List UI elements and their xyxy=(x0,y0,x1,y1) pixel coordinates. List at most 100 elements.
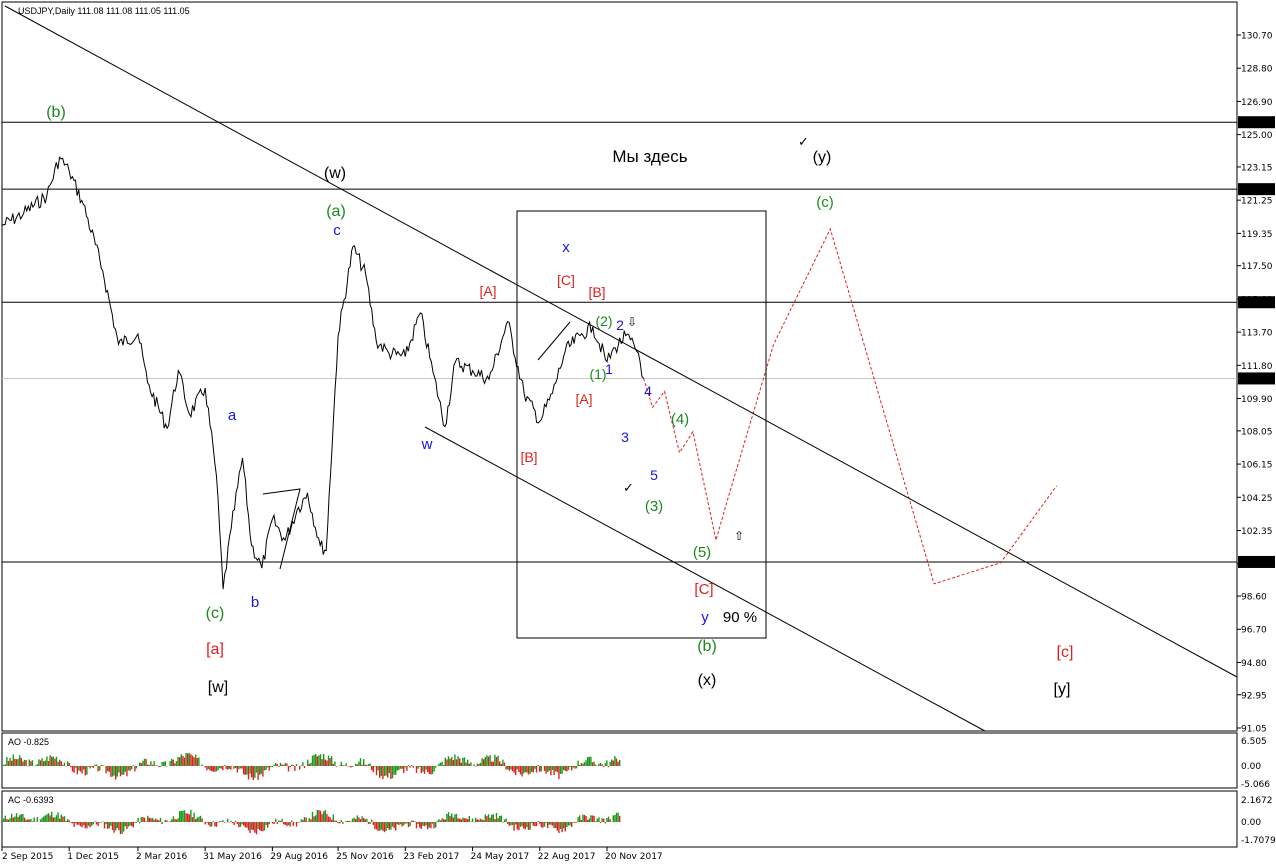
ac-bar xyxy=(372,822,374,825)
ao-bar xyxy=(519,766,522,775)
ao-bar xyxy=(393,766,395,775)
ac-bar xyxy=(313,816,315,822)
y-tick-label: 111.80 xyxy=(1241,362,1273,372)
ao-bar xyxy=(44,760,46,766)
ao-bar xyxy=(49,755,51,766)
ac-bar xyxy=(238,822,240,828)
ao-bar xyxy=(11,760,13,766)
ac-bar xyxy=(583,814,586,822)
ao-bar xyxy=(513,766,515,773)
ao-bar xyxy=(299,766,301,770)
ao-bar xyxy=(601,764,603,766)
ao-bar xyxy=(127,766,130,771)
ac-bar xyxy=(20,814,22,822)
ac-bar xyxy=(15,813,18,822)
chart-canvas[interactable]: 125.71121.88115.41100.55111.05130.70128.… xyxy=(0,0,1276,866)
ao-bar xyxy=(327,755,330,766)
ac-bar xyxy=(481,819,483,822)
ac-bar xyxy=(551,822,554,826)
ao-bar xyxy=(484,756,486,766)
ao-bar xyxy=(537,764,539,766)
ao-bar xyxy=(155,765,157,766)
wave-label: x xyxy=(562,239,570,256)
ao-bar xyxy=(244,766,246,775)
ac-bar xyxy=(612,815,614,822)
ac-bar xyxy=(156,819,158,822)
ao-bar xyxy=(452,760,454,766)
ac-tick-label: 0.00 xyxy=(1241,818,1261,828)
ao-title: AO -0.825 xyxy=(8,737,49,747)
ac-bar xyxy=(331,819,333,822)
ac-bar xyxy=(198,816,200,822)
ac-bar xyxy=(132,822,134,828)
ao-bar xyxy=(454,754,456,766)
ao-bar xyxy=(259,766,261,775)
ac-bar xyxy=(495,813,498,822)
ao-bar xyxy=(340,761,342,766)
ao-bar xyxy=(219,766,221,768)
ac-bar xyxy=(207,822,210,825)
ac-bar xyxy=(111,822,114,830)
ac-bar xyxy=(44,815,46,822)
ac-bar xyxy=(289,822,291,827)
ac-bar xyxy=(195,819,197,822)
ac-bar xyxy=(113,822,115,833)
ac-bar xyxy=(379,822,381,831)
ac-bar xyxy=(388,822,390,830)
ao-bar xyxy=(577,760,579,766)
ac-bar xyxy=(71,822,74,824)
ao-bar xyxy=(451,757,453,766)
wave-label: (4) xyxy=(671,411,689,428)
ac-bar xyxy=(268,822,270,825)
ac-bar xyxy=(468,815,470,822)
ac-bar xyxy=(607,816,610,822)
ac-bar xyxy=(30,818,32,822)
trend-lines xyxy=(4,5,1238,732)
ao-bar xyxy=(564,766,566,771)
ao-bar xyxy=(587,757,589,766)
ac-bar xyxy=(455,813,458,822)
ac-bar xyxy=(215,822,218,827)
ao-bar xyxy=(500,763,502,766)
ao-bar xyxy=(447,756,450,766)
ac-bar xyxy=(535,822,538,827)
ao-bar xyxy=(492,761,494,766)
ac-bar xyxy=(155,818,157,822)
ac-bar xyxy=(572,822,574,823)
ac-bar xyxy=(39,819,42,822)
price-line xyxy=(1,156,644,590)
ao-bar xyxy=(227,766,229,770)
ac-bar xyxy=(233,822,235,825)
ao-bar xyxy=(177,757,179,766)
ac-bar xyxy=(110,822,112,826)
ac-bar xyxy=(286,822,288,827)
ac-bar xyxy=(595,821,597,822)
ac-bar xyxy=(91,822,93,826)
ao-bar xyxy=(214,766,216,772)
ac-bar xyxy=(230,820,232,822)
ac-bar xyxy=(204,822,206,825)
ac-bar xyxy=(321,814,323,822)
wave-label: (x) xyxy=(698,672,717,689)
ac-bar xyxy=(127,822,130,827)
ac-bar xyxy=(199,815,202,822)
ac-bar xyxy=(305,817,307,822)
ac-bar xyxy=(311,811,314,822)
ac-bar xyxy=(316,810,318,822)
ao-bar xyxy=(247,766,250,780)
ao-bar xyxy=(419,766,421,767)
ac-bar xyxy=(14,816,16,822)
ao-bar xyxy=(420,766,422,774)
ao-bar xyxy=(612,760,614,766)
ao-bar xyxy=(47,761,50,766)
ao-bar xyxy=(609,761,611,766)
ao-bar xyxy=(164,761,166,766)
wave-label: 5 xyxy=(650,467,658,483)
ac-bar xyxy=(391,822,394,827)
wave-label: [c] xyxy=(1057,644,1074,661)
wave-label: [y] xyxy=(1054,681,1071,698)
ac-bar xyxy=(470,821,472,822)
ac-bar xyxy=(414,821,416,822)
y-tick-label: 106.15 xyxy=(1241,461,1273,471)
ac-bar xyxy=(383,822,386,833)
